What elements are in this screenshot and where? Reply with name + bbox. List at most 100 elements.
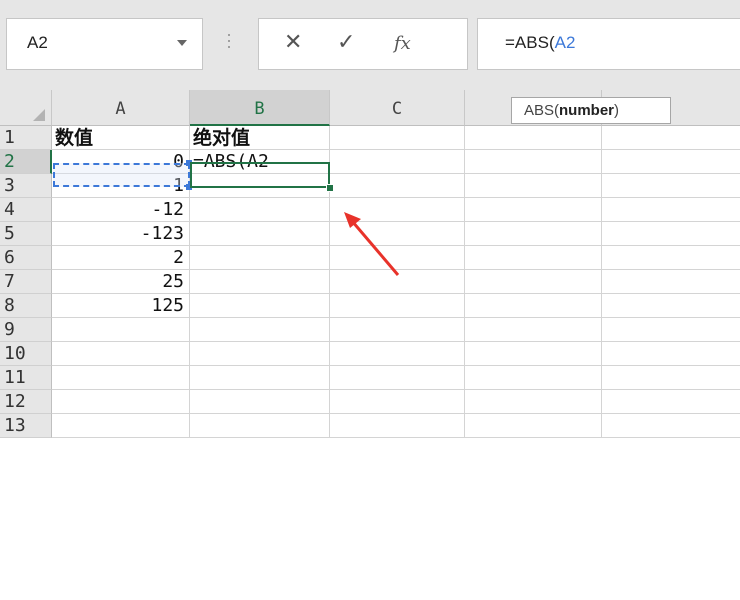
cell-e4[interactable] [602, 198, 740, 222]
select-all-button[interactable] [0, 90, 52, 126]
row-header-4[interactable]: 4 [0, 198, 52, 222]
column-header-b[interactable]: B [190, 90, 330, 126]
cell-d1[interactable] [465, 126, 602, 150]
cell-c6[interactable] [330, 246, 465, 270]
formula-reference: A2 [554, 33, 576, 52]
cell-b4[interactable] [190, 198, 330, 222]
enter-icon[interactable]: ✓ [337, 31, 355, 55]
tooltip-close: ) [614, 102, 620, 119]
fill-handle[interactable] [326, 184, 334, 192]
cell-e3[interactable] [602, 174, 740, 198]
cell-d8[interactable] [465, 294, 602, 318]
cell-a8[interactable]: 125 [52, 294, 190, 318]
column-header-c[interactable]: C [330, 90, 465, 126]
row-header-13[interactable]: 13 [0, 414, 52, 438]
cancel-icon[interactable]: ✕ [284, 31, 302, 55]
tooltip-func: ABS( [524, 102, 560, 119]
cell-b13[interactable] [190, 414, 330, 438]
cell-a4[interactable]: -12 [52, 198, 190, 222]
select-all-icon [33, 109, 45, 121]
row-header-10[interactable]: 10 [0, 342, 52, 366]
cell-e1[interactable] [602, 126, 740, 150]
name-box[interactable]: A2 [6, 18, 203, 70]
cell-e12[interactable] [602, 390, 740, 414]
cell-e5[interactable] [602, 222, 740, 246]
formula-text: =ABS(A2 [505, 33, 575, 53]
cell-e6[interactable] [602, 246, 740, 270]
cell-e7[interactable] [602, 270, 740, 294]
row-header-3[interactable]: 3 [0, 174, 52, 198]
row-header-8[interactable]: 8 [0, 294, 52, 318]
cell-c3[interactable] [330, 174, 465, 198]
function-tooltip[interactable]: ABS(number) [511, 97, 671, 124]
cell-b12[interactable] [190, 390, 330, 414]
cell-d2[interactable] [465, 150, 602, 174]
cell-e11[interactable] [602, 366, 740, 390]
row-header-11[interactable]: 11 [0, 366, 52, 390]
name-box-value: A2 [27, 33, 48, 52]
cell-a9[interactable] [52, 318, 190, 342]
cell-c13[interactable] [330, 414, 465, 438]
row-header-1[interactable]: 1 [0, 126, 52, 150]
row-header-6[interactable]: 6 [0, 246, 52, 270]
active-cell-b2 [190, 162, 330, 188]
cell-a10[interactable] [52, 342, 190, 366]
cell-e9[interactable] [602, 318, 740, 342]
formula-prefix: =ABS( [505, 33, 555, 52]
cell-b5[interactable] [190, 222, 330, 246]
copy-marquee-a2 [53, 163, 190, 187]
cell-c5[interactable] [330, 222, 465, 246]
cell-d13[interactable] [465, 414, 602, 438]
formula-bar: A2 ✕ ✓ fx =ABS(A2 [0, 0, 740, 90]
cell-d4[interactable] [465, 198, 602, 222]
formula-input[interactable]: =ABS(A2 [477, 18, 740, 70]
cell-e2[interactable] [602, 150, 740, 174]
row-header-9[interactable]: 9 [0, 318, 52, 342]
cell-b10[interactable] [190, 342, 330, 366]
cell-d10[interactable] [465, 342, 602, 366]
cell-a5[interactable]: -123 [52, 222, 190, 246]
row-header-2[interactable]: 2 [0, 150, 52, 174]
row-header-7[interactable]: 7 [0, 270, 52, 294]
cell-d7[interactable] [465, 270, 602, 294]
cell-b8[interactable] [190, 294, 330, 318]
cell-e8[interactable] [602, 294, 740, 318]
cell-b11[interactable] [190, 366, 330, 390]
cell-d6[interactable] [465, 246, 602, 270]
cell-c4[interactable] [330, 198, 465, 222]
cell-d11[interactable] [465, 366, 602, 390]
cell-c1[interactable] [330, 126, 465, 150]
cell-c2[interactable] [330, 150, 465, 174]
cell-c8[interactable] [330, 294, 465, 318]
cell-a1[interactable]: 数值 [52, 126, 190, 150]
cell-a13[interactable] [52, 414, 190, 438]
cell-a6[interactable]: 2 [52, 246, 190, 270]
cell-b1[interactable]: 绝对值 [190, 126, 330, 150]
cell-b9[interactable] [190, 318, 330, 342]
insert-function-icon[interactable]: fx [394, 32, 411, 56]
cell-c11[interactable] [330, 366, 465, 390]
cell-d3[interactable] [465, 174, 602, 198]
cell-e10[interactable] [602, 342, 740, 366]
column-header-a[interactable]: A [52, 90, 190, 126]
cell-d5[interactable] [465, 222, 602, 246]
cell-c12[interactable] [330, 390, 465, 414]
cell-a7[interactable]: 25 [52, 270, 190, 294]
cell-a11[interactable] [52, 366, 190, 390]
chevron-down-icon[interactable] [177, 40, 187, 46]
tooltip-arg[interactable]: number [559, 102, 614, 119]
spreadsheet-grid: A B C 1 数值 绝对值 2 0 =ABS(A2 3 -1 4 -12 5 -123 6 2 7 25 8 1… [0, 90, 740, 600]
cell-d9[interactable] [465, 318, 602, 342]
cell-d12[interactable] [465, 390, 602, 414]
formula-buttons: ✕ ✓ fx [258, 18, 468, 70]
row-header-5[interactable]: 5 [0, 222, 52, 246]
cell-c10[interactable] [330, 342, 465, 366]
cell-c9[interactable] [330, 318, 465, 342]
cell-b6[interactable] [190, 246, 330, 270]
cell-e13[interactable] [602, 414, 740, 438]
cell-b7[interactable] [190, 270, 330, 294]
cell-a12[interactable] [52, 390, 190, 414]
grip-icon [228, 34, 231, 54]
row-header-12[interactable]: 12 [0, 390, 52, 414]
cell-c7[interactable] [330, 270, 465, 294]
